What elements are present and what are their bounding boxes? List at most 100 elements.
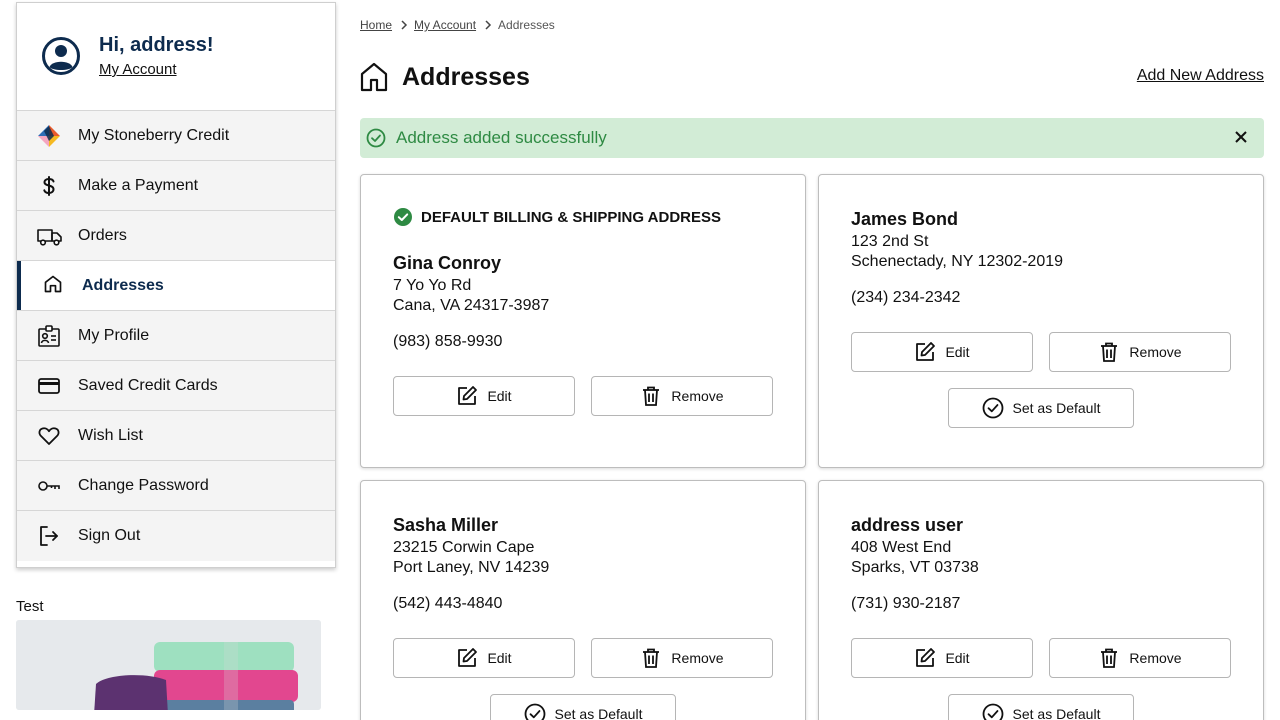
remove-button[interactable]: Remove	[591, 376, 773, 416]
address-street: 7 Yo Yo Rd	[393, 277, 472, 294]
address-name: address user	[851, 515, 964, 535]
breadcrumb-home-link[interactable]: Home	[360, 18, 392, 32]
edit-button-label: Edit	[945, 344, 970, 360]
address-card: James Bond 123 2nd St Schenectady, NY 12…	[818, 174, 1264, 468]
remove-button-label: Remove	[671, 388, 724, 404]
check-circle-icon	[982, 397, 1003, 419]
stoneberry-logo-icon	[37, 124, 61, 148]
edit-button-label: Edit	[487, 388, 512, 404]
edit-button[interactable]: Edit	[393, 638, 575, 678]
remove-button[interactable]: Remove	[1049, 638, 1231, 678]
chevron-right-icon	[482, 19, 494, 31]
edit-button-label: Edit	[487, 650, 512, 666]
address-street: 123 2nd St	[851, 233, 929, 250]
address-city: Port Laney, NV 14239	[393, 559, 550, 576]
address-phone: (983) 858-9930	[393, 333, 503, 350]
breadcrumb: Home My Account Addresses	[360, 18, 555, 32]
breadcrumb-current: Addresses	[498, 18, 555, 32]
set-as-default-button[interactable]: Set as Default	[948, 694, 1134, 720]
sidebar-item-addresses[interactable]: Addresses	[17, 261, 335, 311]
sidebar-item-label: Change Password	[78, 476, 209, 494]
address-name: Gina Conroy	[393, 253, 502, 273]
check-circle-icon	[366, 128, 386, 148]
home-icon	[43, 274, 67, 298]
chevron-right-icon	[398, 19, 410, 31]
edit-icon	[916, 648, 936, 667]
address-card: Sasha Miller 23215 Corwin Cape Port Lane…	[360, 480, 806, 720]
id-badge-icon	[37, 324, 61, 348]
sidebar-item-change-password[interactable]: Change Password	[17, 461, 335, 511]
truck-icon	[37, 224, 62, 248]
greeting-text: Hi, address!	[99, 34, 214, 56]
set-as-default-label: Set as Default	[554, 706, 643, 720]
account-sidebar: Hi, address! My Account My Stoneberry Cr…	[16, 2, 336, 568]
remove-button-label: Remove	[1129, 650, 1182, 666]
remove-button[interactable]: Remove	[1049, 332, 1231, 372]
edit-icon	[458, 648, 478, 667]
address-street: 408 West End	[851, 539, 952, 556]
trash-icon	[643, 386, 660, 406]
credit-card-icon	[37, 374, 61, 398]
address-name: Sasha Miller	[393, 515, 499, 535]
address-name: James Bond	[851, 209, 959, 229]
my-account-link[interactable]: My Account	[99, 61, 177, 78]
trash-icon	[1101, 648, 1118, 668]
address-card: DEFAULT BILLING & SHIPPING ADDRESS Gina …	[360, 174, 806, 468]
edit-button[interactable]: Edit	[393, 376, 575, 416]
address-city: Sparks, VT 03738	[851, 559, 979, 576]
sidebar-item-stoneberry-credit[interactable]: My Stoneberry Credit	[17, 111, 335, 161]
key-icon	[37, 474, 61, 498]
heart-icon	[37, 424, 61, 448]
remove-button-label: Remove	[1129, 344, 1182, 360]
edit-button-label: Edit	[945, 650, 970, 666]
edit-button[interactable]: Edit	[851, 332, 1033, 372]
default-address-badge: DEFAULT BILLING & SHIPPING ADDRESS	[393, 207, 721, 227]
sidebar-item-label: My Stoneberry Credit	[78, 126, 230, 144]
promo-banner-image[interactable]	[16, 620, 321, 710]
home-icon	[360, 62, 388, 92]
sidebar-item-label: Orders	[78, 226, 127, 244]
breadcrumb-account-link[interactable]: My Account	[414, 18, 476, 32]
sidebar-item-my-profile[interactable]: My Profile	[17, 311, 335, 361]
dollar-icon	[37, 174, 61, 198]
sidebar-item-label: My Profile	[78, 326, 150, 344]
sidebar-item-orders[interactable]: Orders	[17, 211, 335, 261]
check-circle-icon	[524, 703, 545, 720]
add-new-address-link[interactable]: Add New Address	[1137, 67, 1264, 85]
address-phone: (542) 443-4840	[393, 595, 503, 612]
user-avatar-icon	[41, 36, 81, 76]
check-circle-icon	[982, 703, 1003, 720]
sidebar-item-saved-credit-cards[interactable]: Saved Credit Cards	[17, 361, 335, 411]
close-icon[interactable]	[1234, 130, 1248, 144]
sidebar-item-label: Addresses	[82, 276, 164, 294]
set-as-default-label: Set as Default	[1012, 706, 1101, 720]
remove-button[interactable]: Remove	[591, 638, 773, 678]
set-as-default-button[interactable]: Set as Default	[948, 388, 1134, 428]
sidebar-item-label: Wish List	[78, 426, 143, 444]
address-city: Cana, VA 24317-3987	[393, 297, 550, 314]
edit-icon	[916, 342, 936, 361]
sidebar-item-wish-list[interactable]: Wish List	[17, 411, 335, 461]
sidebar-item-label: Saved Credit Cards	[78, 376, 218, 394]
trash-icon	[1101, 342, 1118, 362]
promo-title: Test	[16, 598, 44, 615]
trash-icon	[643, 648, 660, 668]
remove-button-label: Remove	[671, 650, 724, 666]
sidebar-item-sign-out[interactable]: Sign Out	[17, 511, 335, 561]
sidebar-item-label: Sign Out	[78, 527, 141, 544]
edit-icon	[458, 386, 478, 405]
sign-out-icon	[37, 524, 61, 548]
address-card: address user 408 West End Sparks, VT 037…	[818, 480, 1264, 720]
sidebar-item-make-payment[interactable]: Make a Payment	[17, 161, 335, 211]
edit-button[interactable]: Edit	[851, 638, 1033, 678]
address-street: 23215 Corwin Cape	[393, 539, 535, 556]
alert-message: Address added successfully	[396, 128, 607, 147]
default-address-label: DEFAULT BILLING & SHIPPING ADDRESS	[421, 208, 722, 226]
greeting-panel: Hi, address! My Account	[17, 3, 335, 111]
set-as-default-label: Set as Default	[1012, 400, 1101, 416]
sidebar-item-label: Make a Payment	[78, 176, 199, 194]
success-alert: Address added successfully	[360, 118, 1264, 158]
set-as-default-button[interactable]: Set as Default	[490, 694, 676, 720]
address-phone: (234) 234-2342	[851, 289, 961, 306]
address-phone: (731) 930-2187	[851, 595, 961, 612]
